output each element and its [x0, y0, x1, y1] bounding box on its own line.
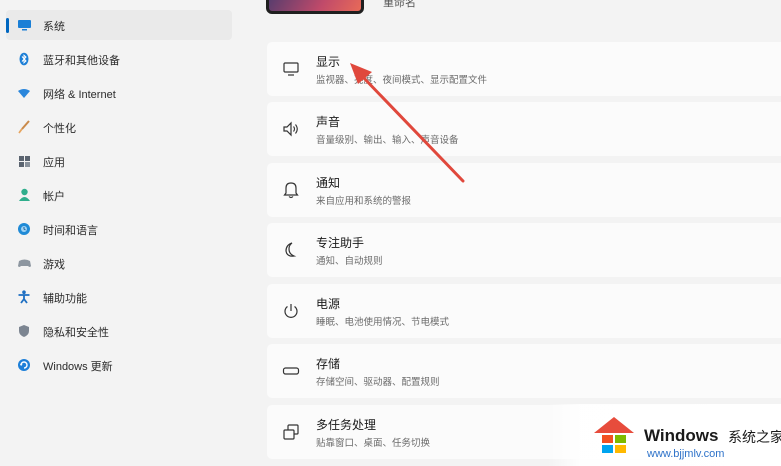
sidebar-item-label: 应用 [43, 157, 65, 169]
card-subtitle: 贴靠窗口、桌面、任务切换 [316, 438, 431, 449]
card-title: 存储 [316, 357, 341, 371]
sidebar-item-accounts[interactable]: 帐户 [6, 180, 232, 210]
watermark: Windows 系统之家 www.bjjmlv.com [548, 404, 781, 466]
multitask-icon [281, 422, 301, 442]
sidebar-item-time-language[interactable]: 时间和语言 [6, 214, 232, 244]
windows-logo-icon [594, 417, 634, 453]
card-title: 专注助手 [316, 236, 365, 250]
wifi-icon [16, 85, 32, 101]
watermark-url: www.bjjmlv.com [647, 448, 725, 460]
sidebar-item-network[interactable]: 网络 & Internet [6, 78, 232, 108]
apps-icon [16, 153, 32, 169]
card-subtitle: 音量级别、输出、输入、声音设备 [316, 135, 459, 146]
settings-card-power[interactable]: 电源 睡眠、电池使用情况、节电模式 [267, 284, 781, 338]
storage-icon [281, 361, 301, 381]
sidebar-item-label: Windows 更新 [43, 361, 113, 373]
card-title: 显示 [316, 55, 341, 69]
bluetooth-icon [16, 51, 32, 67]
sidebar-item-label: 蓝牙和其他设备 [43, 55, 120, 67]
monitor-icon [16, 17, 32, 33]
sidebar-item-privacy[interactable]: 隐私和安全性 [6, 316, 232, 346]
active-indicator [6, 18, 9, 33]
card-subtitle: 监视器、亮度、夜间模式、显示配置文件 [316, 75, 488, 86]
sidebar-item-label: 网络 & Internet [43, 89, 116, 101]
card-title: 声音 [316, 115, 341, 129]
display-icon [281, 59, 301, 79]
power-icon [281, 301, 301, 321]
card-subtitle: 来自应用和系统的警报 [316, 196, 412, 207]
settings-card-sound[interactable]: 声音 音量级别、输出、输入、声音设备 [267, 102, 781, 156]
globe-clock-icon [16, 221, 32, 237]
person-icon [16, 187, 32, 203]
sidebar-item-gaming[interactable]: 游戏 [6, 248, 232, 278]
sidebar-item-label: 个性化 [43, 123, 76, 135]
sidebar-item-label: 时间和语言 [43, 225, 98, 237]
speaker-icon [281, 119, 301, 139]
sidebar-item-windows-update[interactable]: Windows 更新 [6, 350, 232, 380]
sidebar-item-label: 游戏 [43, 259, 65, 271]
sidebar: 系统 蓝牙和其他设备 网络 & Internet 个性化 应用 帐户 时间和语言… [0, 0, 240, 466]
card-title: 电源 [316, 297, 341, 311]
update-icon [16, 357, 32, 373]
sidebar-item-label: 系统 [43, 21, 65, 33]
monitor-thumbnail [266, 0, 364, 14]
settings-card-focus-assist[interactable]: 专注助手 通知、自动规则 [267, 223, 781, 277]
settings-card-notifications[interactable]: 通知 来自应用和系统的警报 [267, 163, 781, 217]
sidebar-item-apps[interactable]: 应用 [6, 146, 232, 176]
bell-icon [281, 180, 301, 200]
watermark-brand-cn: 系统之家 [728, 429, 781, 445]
sidebar-item-bluetooth[interactable]: 蓝牙和其他设备 [6, 44, 232, 74]
brush-icon [16, 119, 32, 135]
sidebar-item-label: 帐户 [43, 191, 65, 203]
gamepad-icon [16, 255, 32, 271]
watermark-brand: Windows [644, 426, 719, 445]
moon-icon [281, 240, 301, 260]
rename-link[interactable]: 重命名 [383, 0, 416, 10]
accessibility-icon [16, 289, 32, 305]
sidebar-item-system[interactable]: 系统 [6, 10, 232, 40]
main-content: 重命名 显示 监视器、亮度、夜间模式、显示配置文件 声音 音量级别、输出、输入、… [240, 0, 781, 466]
card-subtitle: 存储空间、驱动器、配置规则 [316, 377, 440, 388]
sidebar-item-accessibility[interactable]: 辅助功能 [6, 282, 232, 312]
sidebar-item-label: 辅助功能 [43, 293, 87, 305]
card-subtitle: 睡眠、电池使用情况、节电模式 [316, 317, 450, 328]
sidebar-item-personalization[interactable]: 个性化 [6, 112, 232, 142]
sidebar-item-label: 隐私和安全性 [43, 327, 109, 339]
settings-card-storage[interactable]: 存储 存储空间、驱动器、配置规则 [267, 344, 781, 398]
card-title: 多任务处理 [316, 418, 377, 432]
settings-card-display[interactable]: 显示 监视器、亮度、夜间模式、显示配置文件 [267, 42, 781, 96]
card-subtitle: 通知、自动规则 [316, 256, 383, 267]
card-title: 通知 [316, 176, 341, 190]
shield-icon [16, 323, 32, 339]
